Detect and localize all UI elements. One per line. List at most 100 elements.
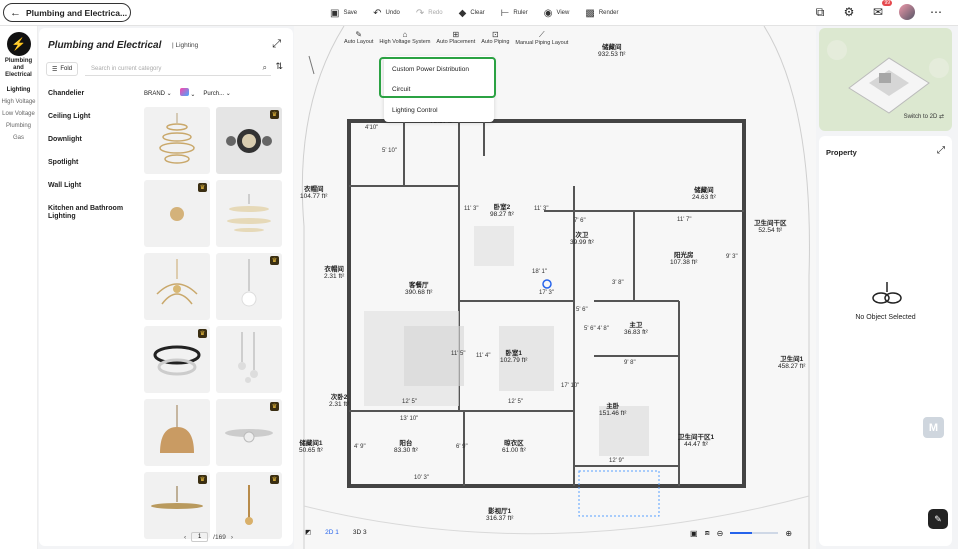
- room-label: 卫生间干区1 44.47 ft²: [678, 434, 715, 448]
- high-voltage-button[interactable]: ⌂ High Voltage System: [379, 30, 430, 46]
- color-filter[interactable]: ⌄: [179, 88, 195, 98]
- manual-piping-button[interactable]: ⟋ Manual Piping Layout: [515, 30, 568, 46]
- next-page-icon[interactable]: ›: [231, 534, 233, 541]
- expand-icon[interactable]: ⤢: [272, 38, 281, 51]
- layers-icon[interactable]: ◩: [305, 528, 311, 536]
- floorplan-canvas[interactable]: 储藏间932.53 ft² 79.97 ft² 衣帽间104.77 ft² 卧室…: [294, 26, 816, 549]
- product-card[interactable]: ♛: [144, 180, 210, 247]
- product-card[interactable]: ♛: [144, 326, 210, 393]
- empty-object-icon: [872, 282, 902, 304]
- expand-icon[interactable]: ⤢: [937, 145, 945, 156]
- product-card[interactable]: [216, 326, 282, 393]
- house-icon: ⌂: [402, 30, 408, 39]
- room-label: 卧室2 98.27 ft²: [490, 204, 514, 218]
- room-label: 衣帽间 104.77 ft²: [300, 186, 328, 200]
- save-button[interactable]: ▣ Save: [330, 4, 357, 22]
- room-label: 主卫 36.83 ft²: [624, 322, 648, 336]
- auto-piping-button[interactable]: ⊡ Auto Piping: [481, 30, 509, 46]
- avatar[interactable]: [899, 4, 915, 20]
- dimension-label: 11' 5": [451, 351, 466, 357]
- arrow-left-icon: ←: [10, 6, 21, 19]
- fullscreen-icon[interactable]: ⧈: [705, 528, 710, 538]
- zoom-slider[interactable]: [730, 532, 779, 534]
- view-icon: ◉: [543, 7, 553, 19]
- dimension-label: 7' 6": [574, 218, 586, 224]
- category-chandelier[interactable]: Chandelier: [48, 90, 133, 113]
- render-button[interactable]: ▩ Render: [585, 4, 618, 22]
- nav-item-high-voltage[interactable]: High Voltage: [0, 96, 37, 108]
- category-wall-light[interactable]: Wall Light: [48, 182, 133, 205]
- sort-icon[interactable]: ⇅: [275, 61, 283, 72]
- purchase-filter[interactable]: Purch... ⌄: [203, 90, 230, 97]
- zoom-out-icon[interactable]: ⊖: [717, 529, 724, 538]
- product-card[interactable]: ♛: [216, 399, 282, 466]
- premium-icon: ♛: [270, 110, 279, 119]
- product-card[interactable]: [144, 253, 210, 320]
- product-card[interactable]: ♛: [216, 472, 282, 539]
- dimension-label: 11' 7": [677, 217, 692, 223]
- category-list: Chandelier Ceiling Light Downlight Spotl…: [48, 90, 133, 228]
- product-card[interactable]: [144, 399, 210, 466]
- dimension-label: 11' 4": [476, 353, 491, 359]
- assistant-m-button[interactable]: M: [923, 417, 944, 438]
- settings-icon[interactable]: ⚙: [841, 4, 857, 20]
- room-label: 储藏间 24.63 ft²: [692, 187, 716, 201]
- product-card[interactable]: ♛: [216, 253, 282, 320]
- product-card[interactable]: [216, 180, 282, 247]
- dimension-label: 4'10": [365, 125, 379, 131]
- mail-icon[interactable]: ✉ 99: [870, 0, 892, 20]
- brand-filter[interactable]: BRAND ⌄: [144, 90, 172, 97]
- dimension-label: 9' 3": [726, 254, 738, 260]
- back-button[interactable]: ← Plumbing and Electrica...: [3, 3, 131, 22]
- pendant-globe-icon: [241, 259, 257, 307]
- export-icon[interactable]: ⧉: [812, 4, 828, 20]
- nav-item-lighting[interactable]: Lighting: [0, 84, 37, 96]
- room-label: 衣帽间 2.31 ft²: [324, 266, 345, 280]
- cluster-pendant-icon: [238, 332, 258, 383]
- auto-layout-button[interactable]: ✎ Auto Layout: [344, 30, 373, 46]
- nav-item-plumbing[interactable]: Plumbing: [0, 120, 37, 132]
- undo-button[interactable]: ↶ Undo: [373, 4, 400, 22]
- pagination: ‹ 1 /169 ›: [184, 532, 233, 542]
- prev-page-icon[interactable]: ‹: [184, 534, 186, 541]
- search-icon[interactable]: ⌕: [263, 63, 267, 73]
- room-label: 储藏间 932.53 ft²: [598, 44, 626, 58]
- dome-pendant-icon: [160, 405, 194, 453]
- auto-placement-button[interactable]: ⊞ Auto Placement: [436, 30, 475, 46]
- premium-icon: ♛: [270, 475, 279, 484]
- tab-2d[interactable]: 2D 1: [325, 529, 339, 536]
- product-card[interactable]: ♛: [144, 472, 210, 539]
- category-kitchen-bathroom[interactable]: Kitchen and Bathroom Lighting: [48, 205, 133, 228]
- page-input[interactable]: 1: [191, 532, 209, 542]
- dimension-label: 17' 3": [539, 290, 554, 296]
- product-card[interactable]: [144, 107, 210, 174]
- premium-icon: ♛: [198, 183, 207, 192]
- fold-button[interactable]: ☰ Fold: [46, 62, 78, 76]
- premium-icon: ♛: [198, 475, 207, 484]
- category-ceiling-light[interactable]: Ceiling Light: [48, 113, 133, 136]
- room-label: 阳光房 107.38 ft²: [670, 252, 698, 266]
- tab-3d[interactable]: 3D 3: [353, 529, 367, 536]
- feedback-icon[interactable]: ✎: [928, 509, 948, 529]
- zoom-in-icon[interactable]: ⊕: [785, 529, 792, 538]
- camera-icon[interactable]: ▣: [690, 529, 698, 538]
- switch-view-label[interactable]: Switch to 2D ⇄: [904, 113, 944, 120]
- menu-item-lighting-control[interactable]: Lighting Control: [392, 107, 438, 114]
- ruler-button[interactable]: ⊢ Ruler: [501, 4, 528, 22]
- 3d-preview[interactable]: Switch to 2D ⇄: [819, 28, 952, 131]
- redo-button[interactable]: ↷ Redo: [416, 4, 443, 22]
- nav-item-low-voltage[interactable]: Low Voltage: [0, 108, 37, 120]
- category-spotlight[interactable]: Spotlight: [48, 159, 133, 182]
- piping-subtoolbar: ✎ Auto Layout ⌂ High Voltage System ⊞ Auto …: [344, 30, 574, 46]
- notification-badge: 99: [882, 0, 892, 6]
- header-right-tools: ⧉ ⚙ ✉ 99 ⋯: [812, 0, 944, 20]
- nav-item-gas[interactable]: Gas: [0, 132, 37, 144]
- clear-button[interactable]: ◆ Clear: [459, 4, 485, 22]
- product-card[interactable]: ♛: [216, 107, 282, 174]
- dimension-label: 9' 8": [624, 360, 636, 366]
- category-downlight[interactable]: Downlight: [48, 136, 133, 159]
- search-input[interactable]: Search in current category ⌕: [85, 62, 271, 76]
- dimension-label: 5' 6": [576, 307, 588, 313]
- more-icon[interactable]: ⋯: [928, 4, 944, 20]
- view-button[interactable]: ◉ View: [544, 4, 570, 22]
